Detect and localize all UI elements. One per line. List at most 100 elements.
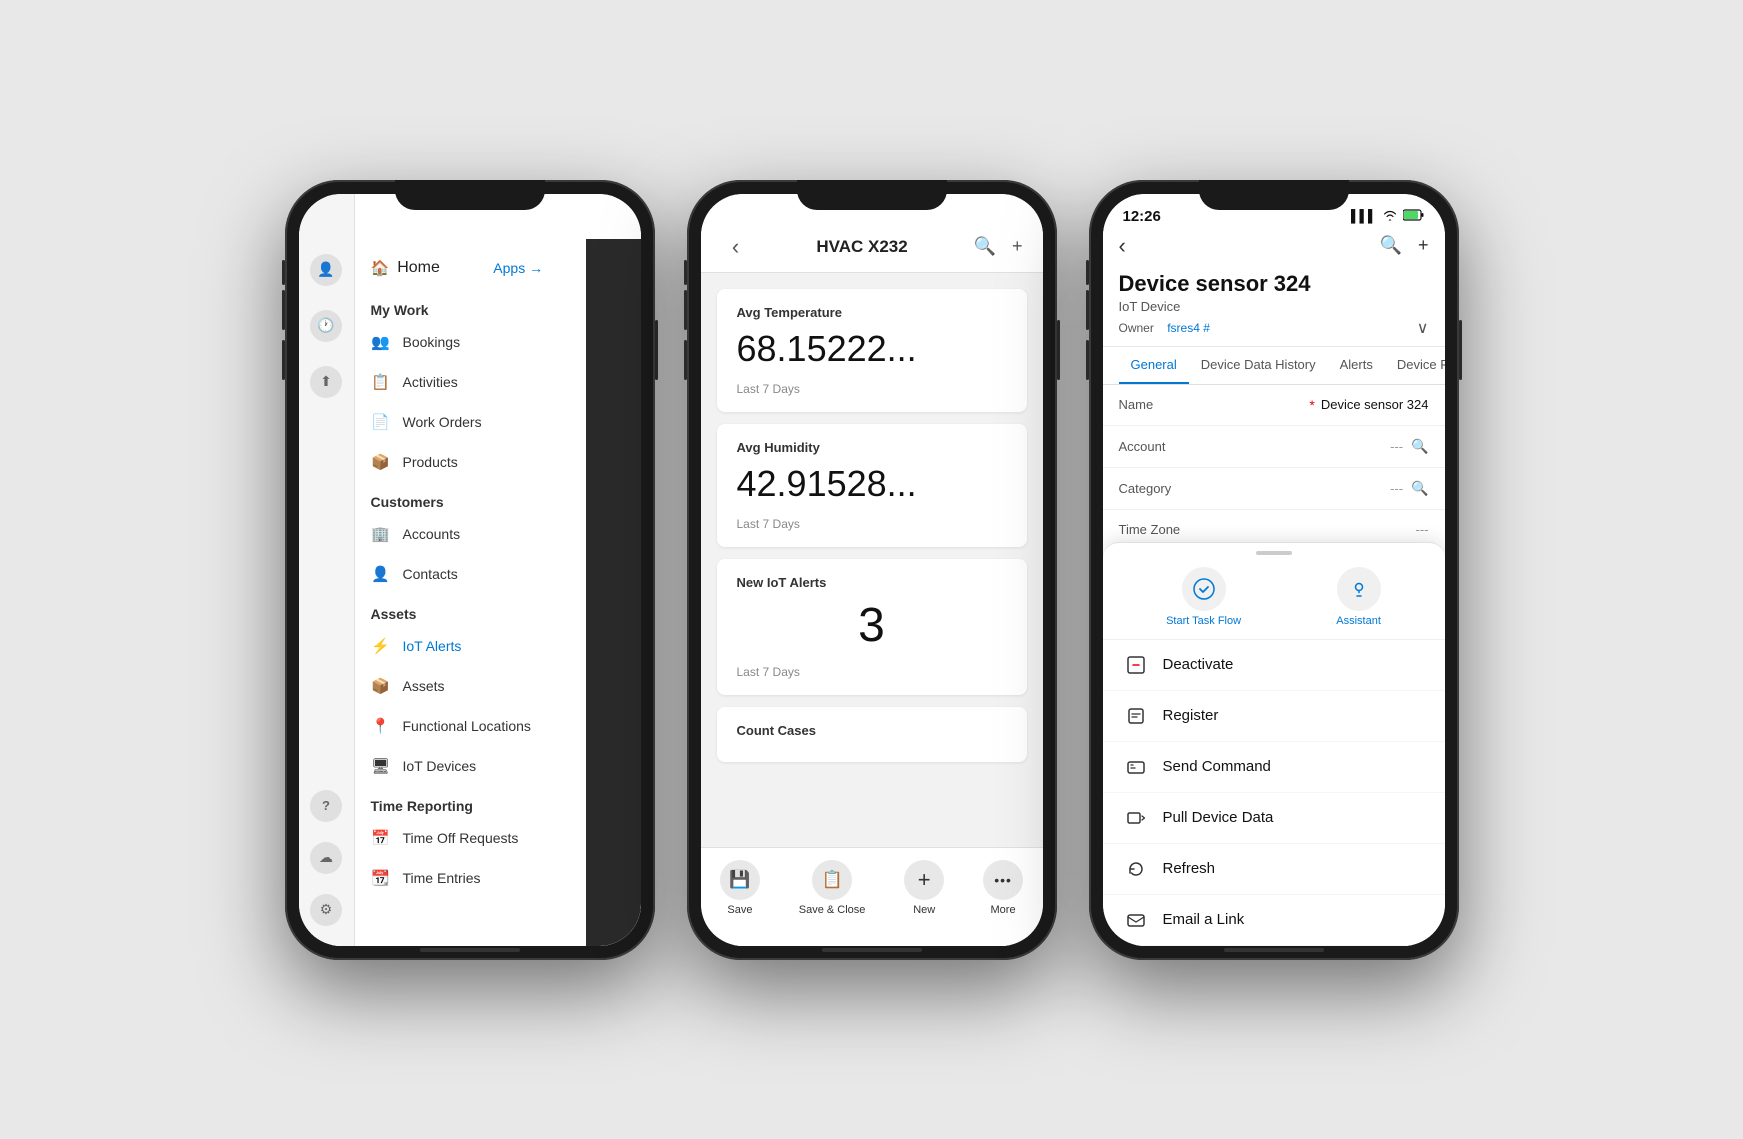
field-name: Name * Device sensor 324 <box>1103 385 1445 426</box>
device-tabs: General Device Data History Alerts Devic… <box>1103 347 1445 385</box>
save-close-button[interactable]: 📋 Save & Close <box>799 860 866 916</box>
device-topbar-icons: 🔍 + <box>1380 235 1429 256</box>
cloud-nav-icon[interactable]: ☁ <box>310 842 342 874</box>
send-command-menu-item[interactable]: Send Command <box>1103 742 1445 793</box>
workorders-icon: 📄 <box>371 412 391 432</box>
field-timezone-value[interactable]: --- <box>1416 522 1429 537</box>
tab-general[interactable]: General <box>1119 347 1189 384</box>
new-icon: + <box>904 860 944 900</box>
notch-3 <box>1199 180 1349 210</box>
vol-dn-2[interactable] <box>684 340 687 380</box>
user-nav-icon[interactable]: 👤 <box>310 254 342 286</box>
more-icon: ••• <box>983 860 1023 900</box>
iotdevices-icon: 🖥 <box>371 756 391 776</box>
mute-1[interactable] <box>282 260 285 285</box>
power-button-1[interactable] <box>655 320 658 380</box>
device-topbar: ‹ 🔍 + <box>1103 229 1445 267</box>
notch-1 <box>395 180 545 210</box>
save-button[interactable]: 💾 Save <box>720 860 760 916</box>
device-layout: 12:26 ▌▌▌ ‹ 🔍 <box>1103 194 1445 946</box>
bookings-label: Bookings <box>403 334 461 350</box>
register-icon <box>1123 703 1149 729</box>
pull-device-data-menu-item[interactable]: Pull Device Data <box>1103 793 1445 844</box>
owner-info: Owner fsres4 # <box>1119 319 1210 337</box>
tab-alerts[interactable]: Alerts <box>1328 347 1385 384</box>
home-bar-2[interactable] <box>822 948 922 952</box>
iotdevices-label: IoT Devices <box>403 758 477 774</box>
vol-dn-1[interactable] <box>282 340 285 380</box>
analytics-nav-icon[interactable]: ⬆ <box>310 366 342 398</box>
sidebar-icons: 👤 🕐 ⬆ ? ☁ ⚙ <box>299 194 355 946</box>
home-bar-1[interactable] <box>420 948 520 952</box>
mute-2[interactable] <box>684 260 687 285</box>
task-flow-label: Start Task Flow <box>1166 615 1241 627</box>
dark-panel: More <box>586 239 641 946</box>
funclocations-icon: 📍 <box>371 716 391 736</box>
deactivate-menu-item[interactable]: Deactivate <box>1103 640 1445 691</box>
mute-3[interactable] <box>1086 260 1089 285</box>
tab-device-r[interactable]: Device R <box>1385 347 1445 384</box>
hvac-add-icon[interactable]: + <box>1012 236 1023 257</box>
vol-dn-3[interactable] <box>1086 340 1089 380</box>
help-nav-icon[interactable]: ? <box>310 790 342 822</box>
refresh-menu-item[interactable]: Refresh <box>1103 844 1445 895</box>
apps-link[interactable]: Apps → <box>493 260 543 276</box>
field-category-value[interactable]: --- <box>1390 481 1403 496</box>
nav-screen: 👤 🕐 ⬆ ? ☁ ⚙ 🏠 Home <box>299 194 641 946</box>
field-name-value[interactable]: Device sensor 324 <box>1321 397 1429 412</box>
refresh-icon <box>1123 856 1149 882</box>
home-menu-item[interactable]: 🏠 Home <box>371 259 440 277</box>
save-label: Save <box>727 904 752 916</box>
category-search-icon[interactable]: 🔍 <box>1411 480 1428 497</box>
avg-temperature-sub: Last 7 Days <box>737 382 1007 396</box>
chevron-down-icon[interactable]: ∨ <box>1417 318 1429 338</box>
new-button[interactable]: + New <box>904 860 944 916</box>
vol-up-3[interactable] <box>1086 290 1089 330</box>
pull-device-data-label: Pull Device Data <box>1163 809 1274 826</box>
home-bar-3[interactable] <box>1224 948 1324 952</box>
nav-layout: 👤 🕐 ⬆ ? ☁ ⚙ 🏠 Home <box>299 194 641 946</box>
field-account-value[interactable]: --- <box>1390 439 1403 454</box>
history-nav-icon[interactable]: 🕐 <box>310 310 342 342</box>
screen-3: 12:26 ▌▌▌ ‹ 🔍 <box>1103 194 1445 946</box>
vol-up-2[interactable] <box>684 290 687 330</box>
sheet-actions-row: Start Task Flow Assistant <box>1103 559 1445 640</box>
hvac-bottombar: 💾 Save 📋 Save & Close + New ••• More <box>701 847 1043 946</box>
assets-label: Assets <box>403 678 445 694</box>
assistant-icon <box>1337 567 1381 611</box>
assistant-button[interactable]: Assistant <box>1336 567 1381 627</box>
power-button-3[interactable] <box>1459 320 1462 380</box>
device-header: Device sensor 324 IoT Device Owner fsres… <box>1103 267 1445 347</box>
home-label: Home <box>397 259 440 277</box>
account-search-icon[interactable]: 🔍 <box>1411 438 1428 455</box>
vol-up-1[interactable] <box>282 290 285 330</box>
send-command-label: Send Command <box>1163 758 1271 775</box>
device-back-button[interactable]: ‹ <box>1119 233 1126 259</box>
field-account-label: Account <box>1119 439 1391 454</box>
email-link-icon <box>1123 907 1149 933</box>
email-link-menu-item[interactable]: Email a Link <box>1103 895 1445 946</box>
hvac-topbar-icons: 🔍 + <box>974 236 1023 257</box>
owner-link[interactable]: fsres4 # <box>1167 321 1210 335</box>
new-iot-alerts-label: New IoT Alerts <box>737 575 1007 590</box>
hvac-title: HVAC X232 <box>816 237 907 257</box>
accounts-label: Accounts <box>403 526 461 542</box>
count-cases-card: Count Cases <box>717 707 1027 762</box>
funclocations-label: Functional Locations <box>403 718 531 734</box>
avg-humidity-label: Avg Humidity <box>737 440 1007 455</box>
field-timezone: Time Zone --- <box>1103 510 1445 542</box>
timeentries-icon: 📆 <box>371 868 391 888</box>
tab-device-data-history[interactable]: Device Data History <box>1189 347 1328 384</box>
power-button-2[interactable] <box>1057 320 1060 380</box>
start-task-flow-button[interactable]: Start Task Flow <box>1166 567 1241 627</box>
device-add-icon[interactable]: + <box>1418 235 1429 256</box>
register-menu-item[interactable]: Register <box>1103 691 1445 742</box>
phone-3: 12:26 ▌▌▌ ‹ 🔍 <box>1089 180 1459 960</box>
timeentries-label: Time Entries <box>403 870 481 886</box>
hvac-back-button[interactable]: ‹ <box>721 234 751 260</box>
settings-nav-icon[interactable]: ⚙ <box>310 894 342 926</box>
hvac-search-icon[interactable]: 🔍 <box>974 236 996 257</box>
pull-device-data-icon <box>1123 805 1149 831</box>
more-bottom-button[interactable]: ••• More <box>983 860 1023 916</box>
device-search-icon[interactable]: 🔍 <box>1380 235 1402 256</box>
